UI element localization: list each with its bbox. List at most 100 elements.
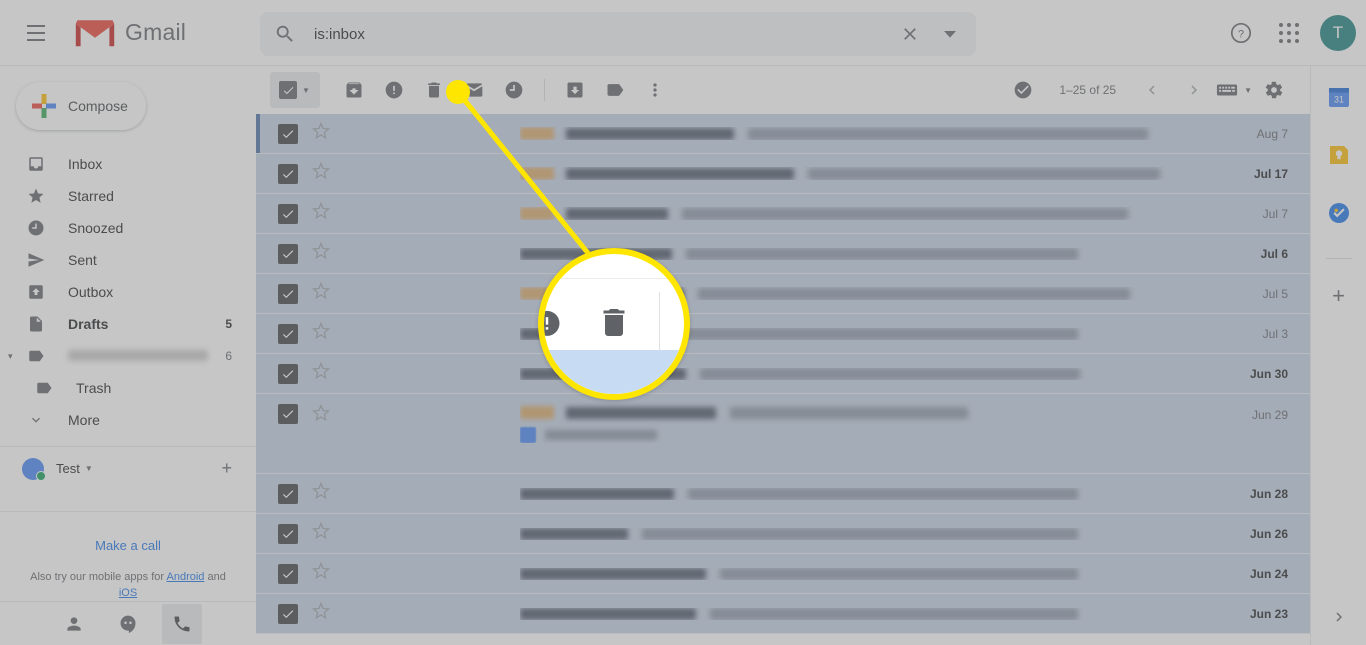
row-checkbox[interactable]: [278, 483, 298, 504]
google-calendar-icon[interactable]: 31: [1326, 84, 1352, 110]
star-icon[interactable]: [312, 241, 330, 265]
star-icon[interactable]: [312, 161, 330, 185]
table-row[interactable]: Jun 28: [256, 474, 1310, 514]
table-row[interactable]: Jul 5: [256, 274, 1310, 314]
star-icon[interactable]: [312, 481, 330, 505]
input-tools-button[interactable]: ▼: [1216, 82, 1252, 98]
show-side-panel-button[interactable]: [1323, 601, 1355, 633]
star-icon[interactable]: [312, 403, 330, 427]
hamburger-line: [27, 24, 45, 27]
make-a-call-link[interactable]: Make a call: [0, 538, 256, 553]
star-icon[interactable]: [312, 561, 330, 585]
row-checkbox[interactable]: [278, 603, 298, 624]
sidebar-item-inbox[interactable]: Inbox: [0, 148, 246, 180]
new-conversation-button[interactable]: +: [221, 458, 232, 479]
delete-button[interactable]: [414, 70, 454, 110]
star-icon[interactable]: [312, 361, 330, 385]
row-sender: [350, 168, 520, 180]
sidebar-item-drafts[interactable]: Drafts 5: [0, 308, 246, 340]
table-row[interactable]: Jun 30: [256, 354, 1310, 394]
row-checkbox[interactable]: [278, 243, 298, 264]
main-menu-button[interactable]: [12, 9, 60, 57]
row-subject: [566, 406, 716, 419]
avatar[interactable]: T: [1320, 15, 1356, 51]
get-addons-button[interactable]: +: [1332, 285, 1345, 307]
conversations-button[interactable]: [108, 604, 148, 644]
select-options-dropdown[interactable]: ▼: [302, 86, 310, 95]
email-list[interactable]: Aug 7 Jul 17 Jul 7 Jul 6 Jul 5 Jul 3 Jun 30 Jun…: [256, 114, 1310, 645]
chevron-down-icon[interactable]: ▼: [85, 464, 93, 473]
archive-button[interactable]: [334, 70, 374, 110]
row-date: Jul 6: [1260, 246, 1288, 261]
sidebar-item-outbox[interactable]: Outbox: [0, 276, 246, 308]
star-icon[interactable]: [312, 121, 330, 145]
sidebar-item-trash[interactable]: Trash: [0, 372, 246, 404]
move-to-button[interactable]: [555, 70, 595, 110]
ios-link[interactable]: iOS: [119, 587, 137, 599]
row-checkbox[interactable]: [278, 283, 298, 304]
row-checkbox[interactable]: [278, 563, 298, 584]
table-row[interactable]: Jul 7: [256, 194, 1310, 234]
clear-search-button[interactable]: [890, 14, 930, 54]
search-bar[interactable]: [260, 12, 976, 56]
table-row[interactable]: Jul 6: [256, 234, 1310, 274]
chevron-right-icon: [1191, 85, 1198, 95]
more-button[interactable]: [635, 70, 675, 110]
select-all-control[interactable]: ▼: [270, 72, 320, 108]
gmail-wordmark: Gmail: [125, 19, 187, 45]
snooze-button[interactable]: [494, 70, 534, 110]
gear-icon: [1265, 81, 1283, 99]
row-checkbox[interactable]: [278, 404, 298, 424]
sidebar-item-snoozed[interactable]: Snoozed: [0, 212, 246, 244]
table-row[interactable]: Jun 23: [256, 594, 1310, 634]
row-checkbox[interactable]: [278, 123, 298, 144]
row-snippet: [730, 406, 968, 419]
phone-calls-button[interactable]: [162, 603, 202, 644]
row-checkbox[interactable]: [278, 203, 298, 224]
newer-button[interactable]: [1132, 70, 1172, 110]
row-checkbox[interactable]: [278, 323, 298, 344]
star-icon[interactable]: [312, 281, 330, 305]
hangouts-account-row[interactable]: Test ▼ +: [0, 446, 256, 482]
table-row[interactable]: Jul 3: [256, 314, 1310, 354]
google-tasks-icon[interactable]: [1326, 200, 1352, 226]
table-row[interactable]: Jun 29: [256, 394, 1310, 474]
list-toolbar: ▼ 1–25 of 25 ▼: [256, 66, 1310, 114]
sidebar-item-custom-label[interactable]: ▾ 6: [0, 340, 246, 372]
row-checkbox[interactable]: [278, 363, 298, 384]
account-avatar: [22, 457, 46, 481]
mark-unread-button[interactable]: [454, 70, 494, 110]
table-row[interactable]: Jul 17: [256, 154, 1310, 194]
contacts-button[interactable]: [54, 604, 94, 644]
select-all-checkbox[interactable]: [279, 81, 297, 99]
row-checkbox[interactable]: [278, 523, 298, 544]
row-checkbox[interactable]: [278, 163, 298, 184]
star-icon[interactable]: [312, 521, 330, 545]
star-icon[interactable]: [312, 601, 330, 625]
google-apps-button[interactable]: [1266, 10, 1312, 56]
support-button[interactable]: ?: [1218, 10, 1264, 56]
outbox-icon: [26, 282, 46, 302]
compose-button[interactable]: Compose: [16, 82, 146, 130]
labels-button[interactable]: [595, 70, 635, 110]
android-link[interactable]: Android: [167, 571, 205, 583]
sidebar-item-starred[interactable]: Starred: [0, 180, 246, 212]
search-input[interactable]: [314, 25, 890, 43]
sidebar-item-more[interactable]: More: [0, 404, 246, 436]
star-icon[interactable]: [312, 321, 330, 345]
google-keep-icon[interactable]: [1326, 142, 1352, 168]
table-row[interactable]: Jun 24: [256, 554, 1310, 594]
star-icon[interactable]: [312, 201, 330, 225]
table-row[interactable]: Jun 26: [256, 514, 1310, 554]
report-spam-button[interactable]: [374, 70, 414, 110]
gmail-logo[interactable]: Gmail: [74, 17, 186, 49]
star-icon: [26, 186, 46, 206]
older-button[interactable]: [1174, 70, 1214, 110]
search-options-button[interactable]: [930, 14, 970, 54]
sidebar-item-sent[interactable]: Sent: [0, 244, 246, 276]
mark-done-button[interactable]: [1003, 70, 1043, 110]
row-attachment-chip[interactable]: [520, 427, 657, 443]
settings-button[interactable]: [1254, 70, 1294, 110]
chevron-down-icon[interactable]: ▾: [8, 351, 22, 362]
table-row[interactable]: Aug 7: [256, 114, 1310, 154]
